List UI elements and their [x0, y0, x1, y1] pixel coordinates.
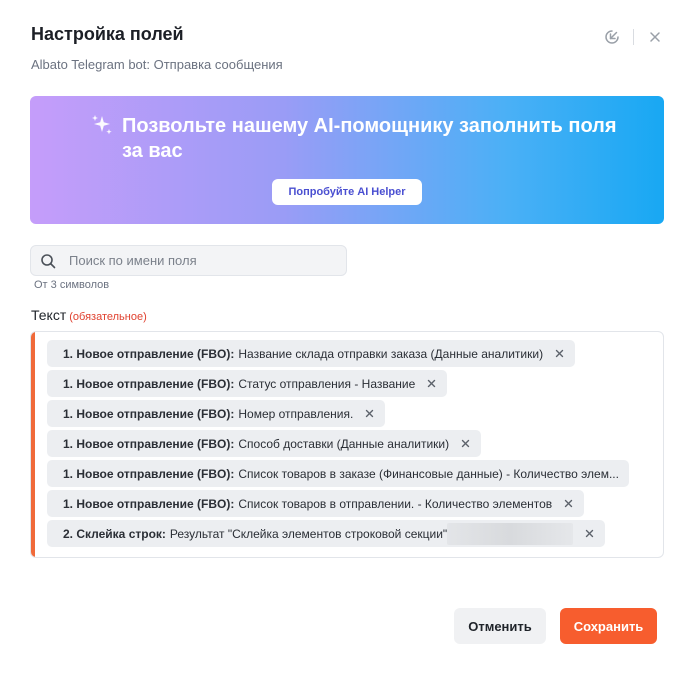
close-icon[interactable] [583, 528, 595, 540]
chip-text: Результат "Склейка элементов строковой с… [169, 526, 448, 541]
field-label: Текст (обязательное) [31, 307, 147, 323]
chip-text: Номер отправления. [238, 406, 354, 421]
cancel-button[interactable]: Отменить [454, 608, 546, 644]
search-input[interactable] [67, 252, 331, 269]
chip-prefix: 1. Новое отправление (FBO): [63, 496, 235, 511]
chip-text: Статус отправления - Название [238, 376, 416, 391]
required-label: (обязательное) [69, 311, 147, 323]
field-chip[interactable]: 1. Новое отправление (FBO): Статус отпра… [47, 370, 448, 397]
close-icon[interactable] [363, 408, 375, 420]
field-chip[interactable]: 1. Новое отправление (FBO): Список товар… [47, 460, 629, 487]
chip-text: Список товаров в отправлении. - Количест… [238, 496, 553, 511]
close-icon[interactable] [553, 348, 565, 360]
chip-prefix: 1. Новое отправление (FBO): [63, 376, 235, 391]
field-chip[interactable]: 1. Новое отправление (FBO): Способ доста… [47, 430, 482, 457]
collapse-icon[interactable] [601, 26, 623, 48]
chip-prefix: 1. Новое отправление (FBO): [63, 406, 235, 421]
chip-prefix: 1. Новое отправление (FBO): [63, 436, 235, 451]
search-icon [39, 252, 57, 270]
redacted-text [447, 522, 574, 545]
search-hint: От 3 символов [34, 279, 110, 291]
chip-prefix: 1. Новое отправление (FBO): [63, 346, 235, 361]
search-field[interactable] [30, 245, 347, 276]
field-chip[interactable]: 2. Склейка строк: Результат "Склейка эле… [47, 520, 606, 547]
field-chip[interactable]: 1. Новое отправление (FBO): Список товар… [47, 490, 585, 517]
sparkle-icon [89, 112, 115, 143]
chip-text: Способ доставки (Данные аналитики) [238, 436, 450, 451]
text-field-input[interactable]: 1. Новое отправление (FBO): Название скл… [30, 331, 664, 558]
chip-prefix: 2. Склейка строк: [63, 526, 166, 541]
header-subtitle: Albato Telegram bot: Отправка сообщения [31, 57, 283, 72]
header-divider [633, 29, 634, 45]
chip-list: 1. Новое отправление (FBO): Название скл… [47, 340, 659, 550]
save-button[interactable]: Сохранить [560, 608, 657, 644]
field-accent-bar [31, 332, 35, 557]
ai-helper-banner: Позвольте нашему AI-помощнику заполнить … [30, 96, 664, 224]
chip-prefix: 1. Новое отправление (FBO): [63, 466, 235, 481]
header-title: Настройка полей [31, 24, 184, 44]
close-icon[interactable] [562, 498, 574, 510]
chip-text: Название склада отправки заказа (Данные … [238, 346, 544, 361]
close-icon[interactable] [644, 26, 666, 48]
ai-banner-title: Позвольте нашему AI-помощнику заполнить … [122, 115, 617, 162]
field-chip[interactable]: 1. Новое отправление (FBO): Номер отправ… [47, 400, 386, 427]
chip-text: Список товаров в заказе (Финансовые данн… [238, 466, 619, 481]
field-chip[interactable]: 1. Новое отправление (FBO): Название скл… [47, 340, 576, 367]
header-actions [601, 26, 666, 48]
close-icon[interactable] [459, 438, 471, 450]
field-label-text: Текст [31, 307, 67, 323]
try-ai-helper-button[interactable]: Попробуйте AI Helper [272, 179, 422, 205]
close-icon[interactable] [425, 378, 437, 390]
